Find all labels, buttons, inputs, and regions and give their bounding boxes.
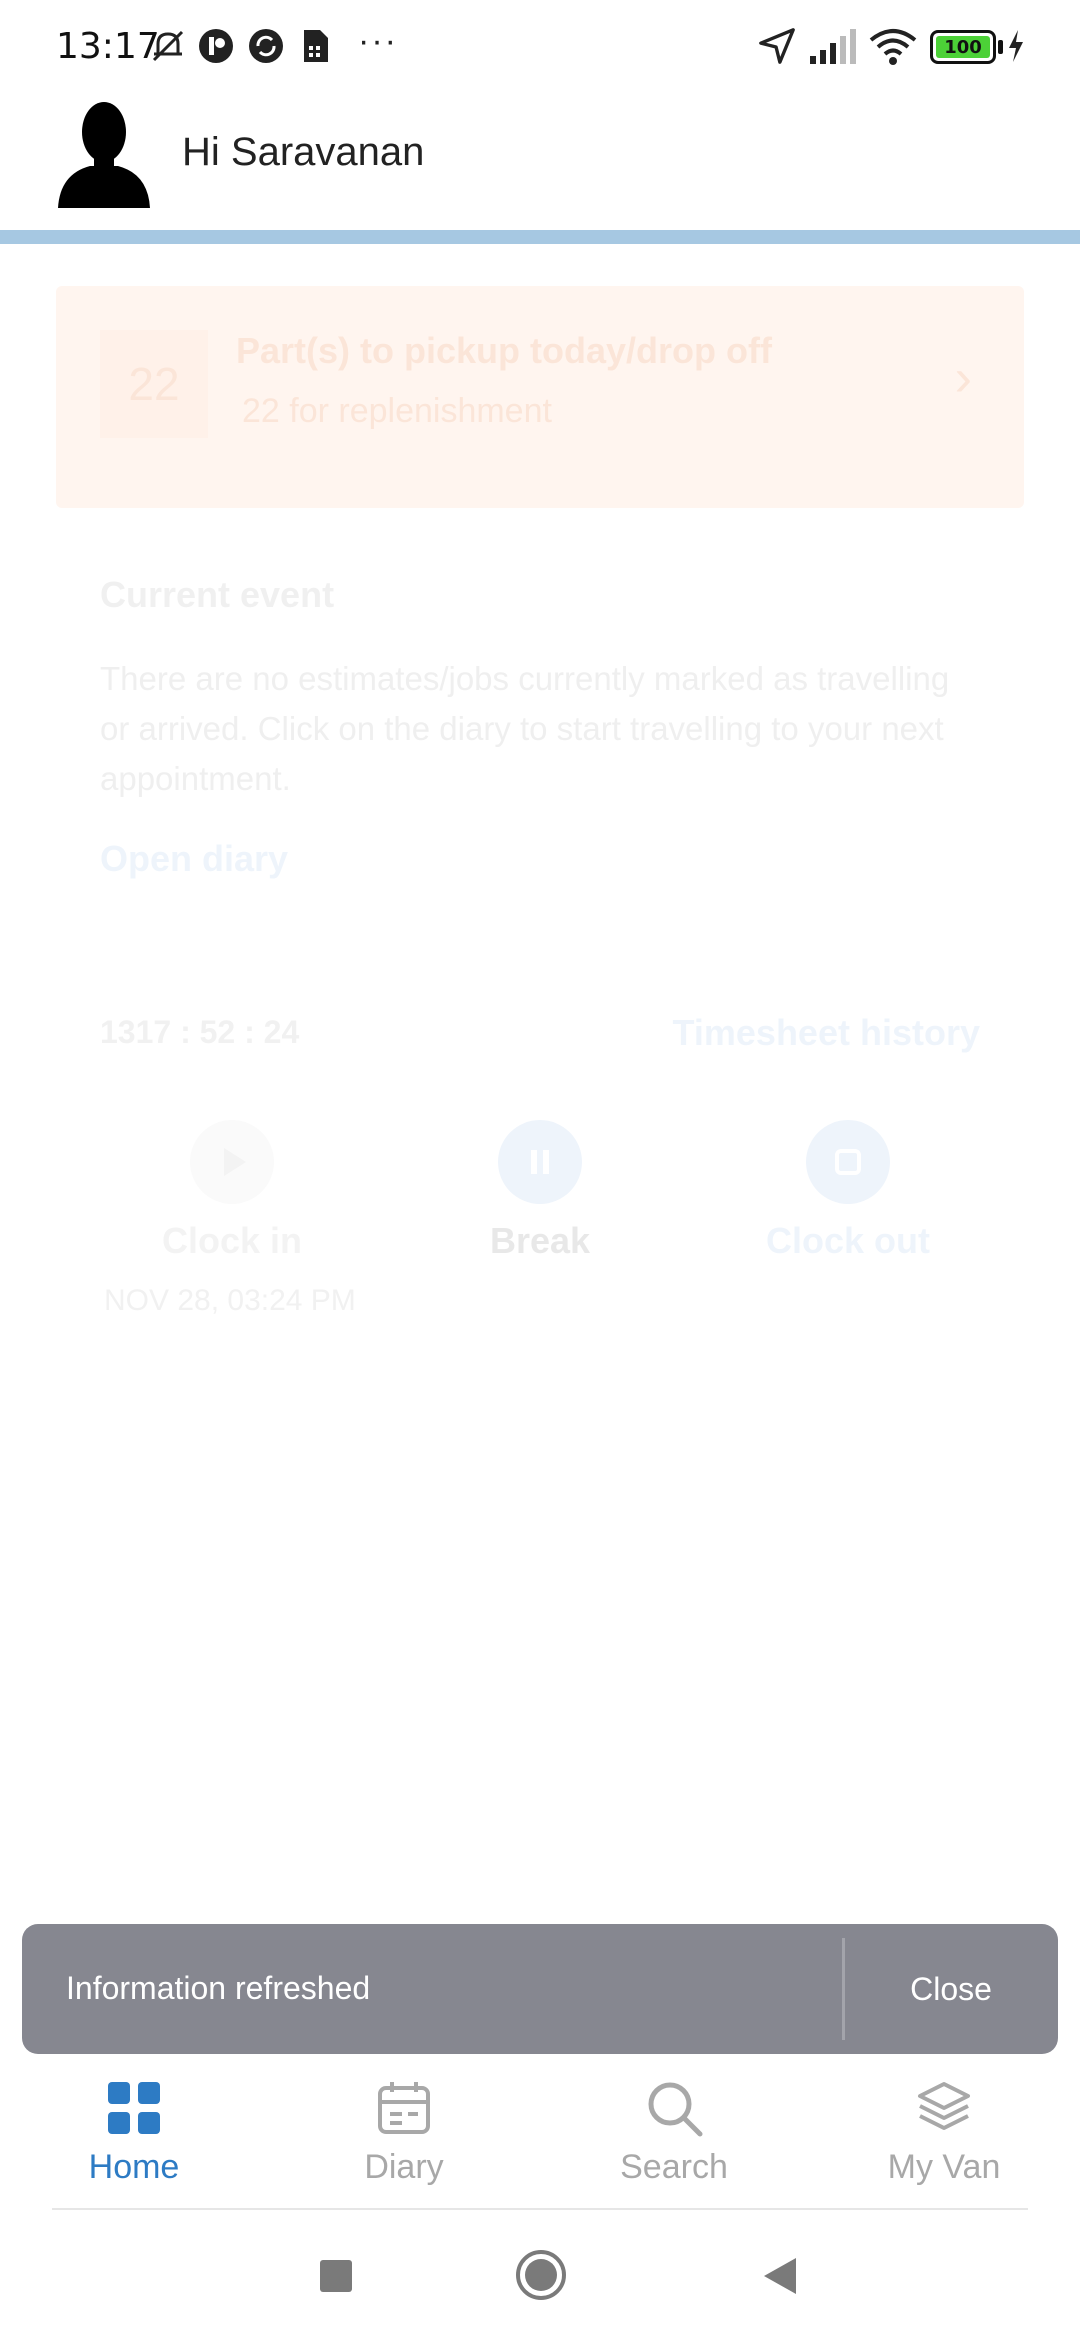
location-arrow-icon — [759, 28, 795, 64]
nav-my-van-label: My Van — [887, 2148, 1001, 2186]
battery-cap — [998, 40, 1003, 54]
nav-search[interactable]: Search — [574, 2076, 774, 2196]
home-content: 22 Part(s) to pickup today/drop off 22 f… — [0, 244, 1080, 1317]
nav-home-label: Home — [88, 2148, 180, 2186]
break-label: Break — [489, 1220, 591, 1261]
break-button[interactable] — [498, 1120, 582, 1204]
chevron-right-icon: › — [954, 349, 972, 407]
clock-in-label: Clock in — [161, 1220, 303, 1261]
clock-in-time: NOV 28, 03:24 PM — [104, 1284, 356, 1317]
home-circle-icon[interactable] — [514, 2248, 568, 2302]
battery-level: 100 — [936, 36, 990, 58]
battery-icon: 100 — [930, 30, 996, 64]
parts-count-badge: 22 — [100, 330, 208, 438]
nav-search-label: Search — [620, 2148, 728, 2186]
signal-icon — [810, 29, 856, 64]
app-header: Hi Saravanan — [0, 92, 1080, 230]
play-icon — [224, 1148, 246, 1176]
snackbar: Information refreshed Close — [22, 1924, 1058, 2054]
nav-diary-label: Diary — [364, 2148, 444, 2186]
loading-bar — [0, 230, 1080, 244]
current-event-text: There are no estimates/jobs currently ma… — [100, 660, 950, 797]
sim-card-icon — [304, 30, 328, 62]
nav-diary[interactable]: Diary — [304, 2076, 504, 2196]
grid-icon — [108, 2082, 160, 2134]
bell-off-icon — [152, 30, 184, 62]
status-bar: 13:17 ··· 100 — [0, 0, 1080, 92]
parts-subtitle: 22 for replenishment — [242, 392, 552, 430]
charging-icon — [1009, 30, 1023, 62]
sync-app-icon — [249, 29, 283, 63]
wifi-icon — [869, 29, 917, 65]
pause-icon — [531, 1150, 549, 1174]
back-triangle-icon[interactable] — [762, 2256, 798, 2296]
snackbar-close-button[interactable]: Close — [844, 1924, 1058, 2054]
recent-apps-icon[interactable] — [318, 2258, 354, 2294]
more-notifications-icon: ··· — [358, 22, 398, 60]
clock-out-label: Clock out — [765, 1220, 930, 1261]
system-navigation-bar — [0, 2214, 1080, 2340]
snackbar-message: Information refreshed — [66, 1970, 371, 2006]
calendar-icon — [378, 2082, 430, 2134]
timesheet-timer: 1317 : 52 : 24 — [100, 1014, 300, 1050]
bottom-nav: Home Diary Search My Van — [0, 2054, 1080, 2210]
parts-card[interactable]: 22 Part(s) to pickup today/drop off 22 f… — [56, 286, 1024, 508]
avatar[interactable] — [54, 96, 154, 208]
open-diary-link[interactable]: Open diary — [100, 838, 288, 880]
parts-title: Part(s) to pickup today/drop off — [236, 330, 772, 371]
current-event-title: Current event — [100, 574, 335, 615]
clock-out-button[interactable] — [806, 1120, 890, 1204]
layers-icon — [918, 2082, 970, 2130]
nav-divider — [52, 2208, 1028, 2210]
stop-icon — [835, 1149, 861, 1175]
greeting: Hi Saravanan — [182, 130, 425, 174]
clock-in-button[interactable] — [190, 1120, 274, 1204]
timesheet-history-link[interactable]: Timesheet history — [673, 1012, 980, 1054]
nav-home[interactable]: Home — [34, 2076, 234, 2196]
status-time: 13:17 — [56, 26, 160, 67]
search-icon — [648, 2082, 703, 2137]
nav-my-van[interactable]: My Van — [844, 2076, 1044, 2196]
app-notification-icon — [199, 29, 233, 63]
